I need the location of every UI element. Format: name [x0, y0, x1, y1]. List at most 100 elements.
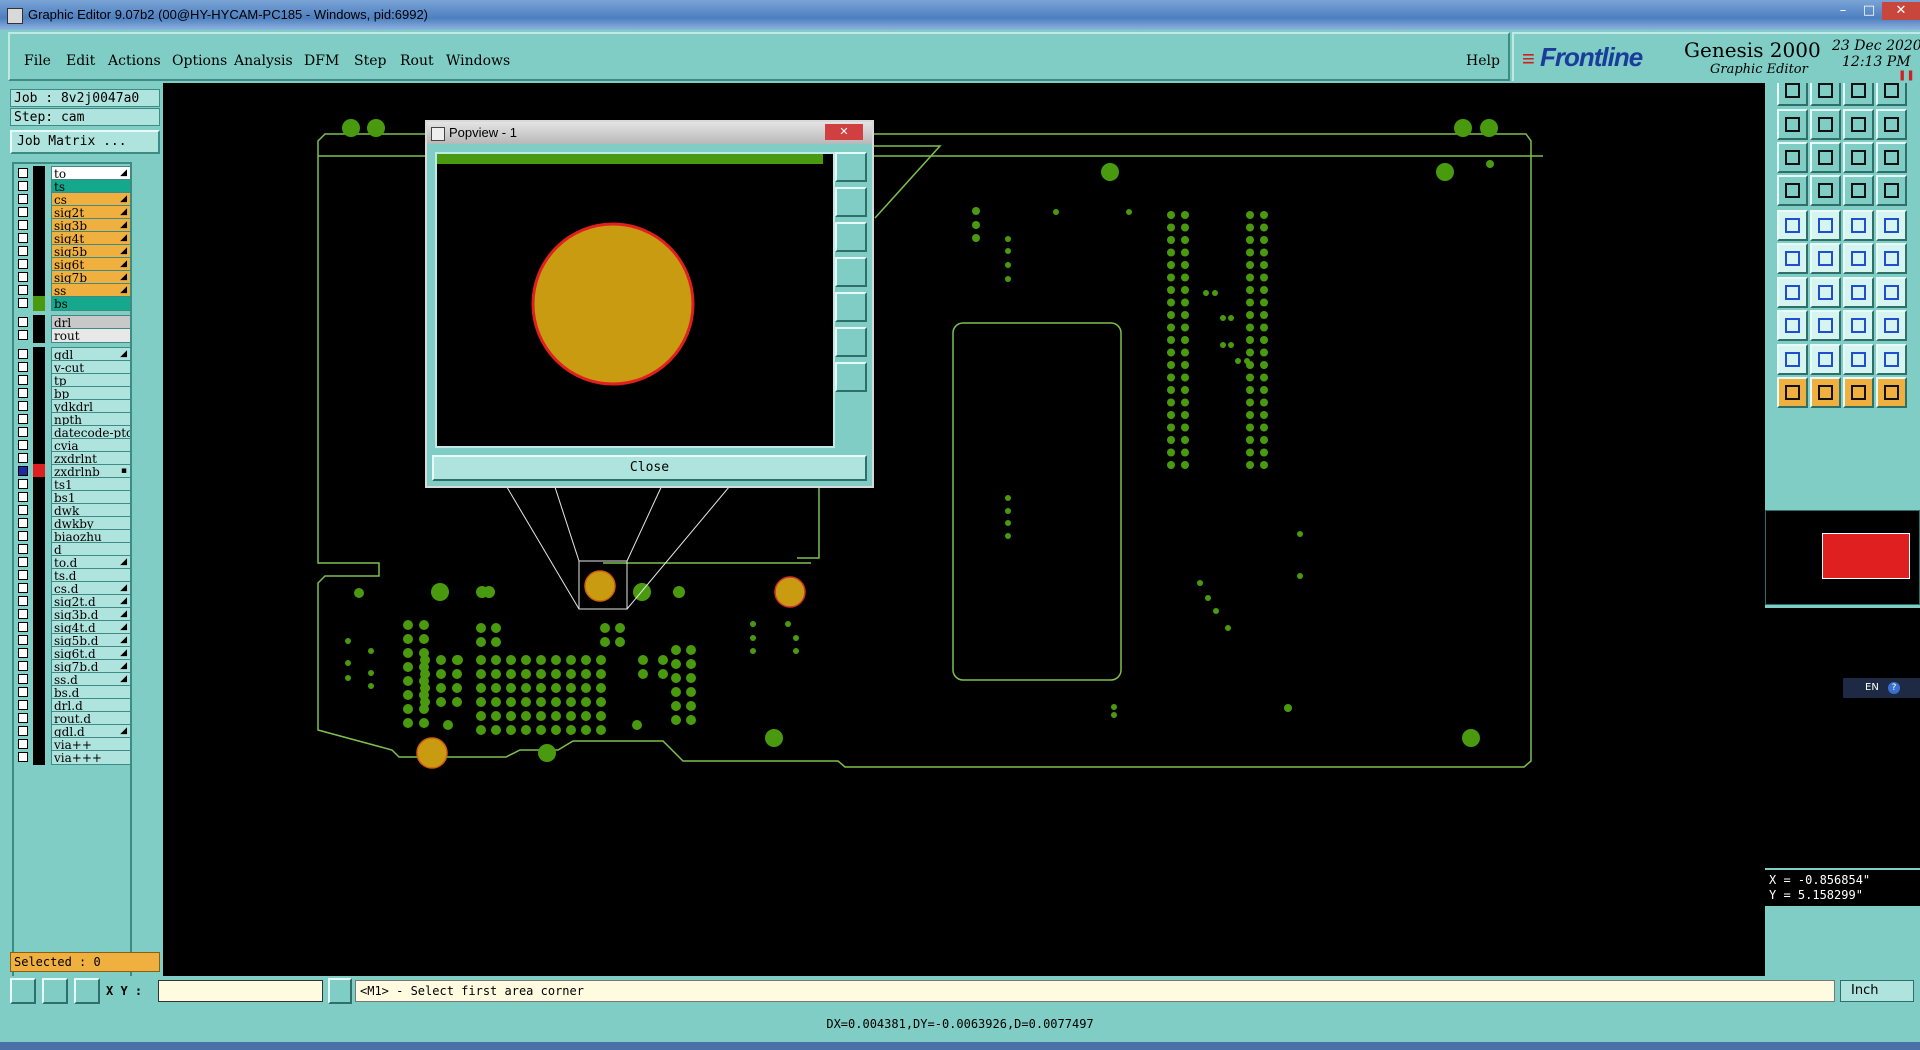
- popview-viewport[interactable]: [435, 152, 835, 448]
- layer-checkbox[interactable]: [18, 726, 28, 736]
- layer-checkbox[interactable]: [18, 648, 28, 658]
- layer-checkbox[interactable]: [18, 505, 28, 515]
- layer-checkbox[interactable]: [18, 635, 28, 645]
- layer-row-bs[interactable]: bs: [16, 296, 131, 311]
- move-left-icon[interactable]: [1777, 109, 1808, 140]
- query-icon[interactable]: [1876, 142, 1907, 173]
- maximize-button[interactable]: □: [1856, 2, 1882, 20]
- popview-pan-left-button[interactable]: [835, 257, 867, 287]
- layer-checkbox[interactable]: [18, 440, 28, 450]
- save-job-icon[interactable]: [1810, 83, 1841, 106]
- popview-pan-down-button[interactable]: [835, 222, 867, 252]
- close-window-button[interactable]: ✕: [1882, 2, 1920, 20]
- pointer-select-icon[interactable]: [1810, 377, 1841, 408]
- popview-close-button[interactable]: Close: [432, 455, 867, 481]
- layer-name[interactable]: bs: [51, 296, 131, 311]
- move-right-icon[interactable]: [1810, 109, 1841, 140]
- layer-checkbox[interactable]: [18, 713, 28, 723]
- language-indicator[interactable]: EN ?: [1843, 678, 1920, 698]
- job-matrix-button[interactable]: Job Matrix ...: [10, 130, 160, 154]
- layer-checkbox[interactable]: [18, 687, 28, 697]
- add-line-red-icon[interactable]: [1810, 210, 1841, 241]
- measure-red-icon[interactable]: [1843, 175, 1874, 206]
- move-feature-icon[interactable]: [1843, 243, 1874, 274]
- layer-checkbox[interactable]: [18, 479, 28, 489]
- layer-checkbox[interactable]: [18, 181, 28, 191]
- select-box-icon[interactable]: [1843, 310, 1874, 341]
- layer-color-swatch[interactable]: [33, 296, 45, 311]
- layer-checkbox[interactable]: [18, 285, 28, 295]
- menu-windows[interactable]: Windows: [446, 53, 510, 69]
- layer-checkbox[interactable]: [18, 220, 28, 230]
- layer-checkbox[interactable]: [18, 492, 28, 502]
- layer-checkbox[interactable]: [18, 609, 28, 619]
- pointer-icon[interactable]: [1777, 377, 1808, 408]
- popview-zoom-out-button[interactable]: [835, 362, 867, 392]
- mirror-feature-icon[interactable]: [1876, 277, 1907, 308]
- xy-input[interactable]: [158, 980, 323, 1002]
- layer-checkbox[interactable]: [18, 466, 28, 476]
- scale-1-2-icon[interactable]: [1843, 142, 1874, 173]
- layer-checkbox[interactable]: [18, 298, 28, 308]
- layer-checkbox[interactable]: [18, 518, 28, 528]
- measure-alt-icon[interactable]: [1876, 175, 1907, 206]
- zoom-home-icon[interactable]: [1843, 83, 1874, 106]
- route-path-icon[interactable]: [1876, 377, 1907, 408]
- layer-checkbox[interactable]: [18, 194, 28, 204]
- layer-row-rout[interactable]: rout: [16, 328, 131, 343]
- layer-checkbox[interactable]: [18, 349, 28, 359]
- feature-info-icon[interactable]: [1810, 175, 1841, 206]
- menu-rout[interactable]: Rout: [400, 53, 434, 69]
- layer-checkbox[interactable]: [18, 414, 28, 424]
- layer-checkbox[interactable]: [18, 557, 28, 567]
- layer-checkbox[interactable]: [18, 330, 28, 340]
- menu-step[interactable]: Step: [354, 53, 386, 69]
- layer-checkbox[interactable]: [18, 246, 28, 256]
- layer-name[interactable]: rout: [51, 328, 131, 343]
- snap-settings-icon[interactable]: [1777, 175, 1808, 206]
- select-polygon-icon[interactable]: [1876, 310, 1907, 341]
- layer-checkbox[interactable]: [18, 233, 28, 243]
- snap-tool-icon[interactable]: [74, 978, 100, 1004]
- layer-checkbox[interactable]: [18, 375, 28, 385]
- triangle-d-icon[interactable]: [1876, 344, 1907, 375]
- draw-arc-icon[interactable]: [1843, 277, 1874, 308]
- popview-zoom-in-button[interactable]: [835, 327, 867, 357]
- menu-edit[interactable]: Edit: [66, 53, 95, 69]
- layer-checkbox[interactable]: [18, 700, 28, 710]
- layer-checkbox[interactable]: [18, 317, 28, 327]
- xy-separator-button[interactable]: [328, 978, 352, 1004]
- draw-line-icon[interactable]: [1777, 277, 1808, 308]
- popview-pan-up-button[interactable]: [835, 187, 867, 217]
- layer-color-swatch[interactable]: [33, 750, 45, 765]
- layer-checkbox[interactable]: [18, 570, 28, 580]
- layer-checkbox[interactable]: [18, 661, 28, 671]
- layer-checkbox[interactable]: [18, 168, 28, 178]
- add-round-icon[interactable]: [1876, 210, 1907, 241]
- layer-checkbox[interactable]: [18, 531, 28, 541]
- menu-actions[interactable]: Actions: [108, 53, 161, 69]
- menu-dfm[interactable]: DFM: [304, 53, 339, 69]
- cut-feature-icon[interactable]: [1810, 243, 1841, 274]
- graphic-canvas[interactable]: [163, 83, 1765, 976]
- select-line-icon[interactable]: [1810, 310, 1841, 341]
- layer-checkbox[interactable]: [18, 583, 28, 593]
- menu-file[interactable]: File: [24, 53, 51, 69]
- menu-options[interactable]: Options: [172, 53, 227, 69]
- layer-checkbox[interactable]: [18, 674, 28, 684]
- layer-name[interactable]: via+++: [51, 750, 131, 765]
- connect-points-icon[interactable]: [1777, 243, 1808, 274]
- layer-row-via-[interactable]: via+++: [16, 750, 131, 765]
- add-pad-icon[interactable]: [1777, 210, 1808, 241]
- layer-checkbox[interactable]: [18, 752, 28, 762]
- units-selector[interactable]: Inch: [1840, 980, 1914, 1002]
- select-feature-icon[interactable]: [1777, 310, 1808, 341]
- popview-close-icon[interactable]: ✕: [825, 124, 863, 140]
- menu-help[interactable]: Help: [1466, 53, 1500, 69]
- pointer-net-icon[interactable]: [1843, 377, 1874, 408]
- minimize-button[interactable]: –: [1830, 2, 1856, 20]
- layer-checkbox[interactable]: [18, 622, 28, 632]
- add-slot-icon[interactable]: [1843, 210, 1874, 241]
- popview-pan-right-button[interactable]: [835, 292, 867, 322]
- layer-checkbox[interactable]: [18, 544, 28, 554]
